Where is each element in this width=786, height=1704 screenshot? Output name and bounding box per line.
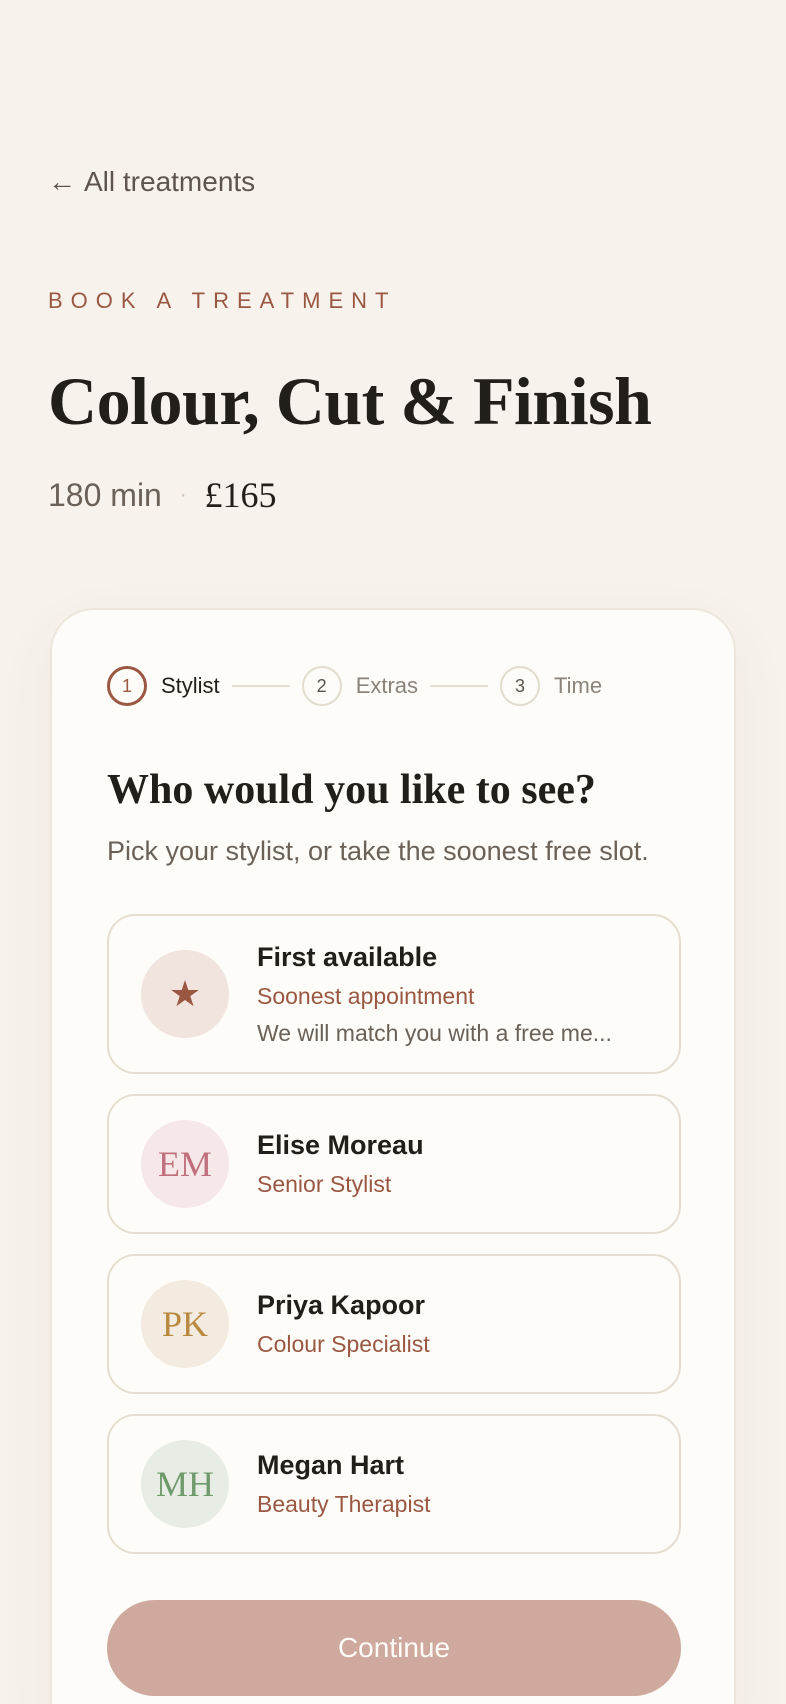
meta-separator: · (179, 483, 187, 506)
section-heading: Who would you like to see? (107, 767, 596, 813)
option-name: First available (257, 941, 438, 972)
option-text: Priya Kapoor Colour Specialist (257, 1290, 430, 1358)
avatar: PK (141, 1280, 229, 1368)
option-megan-hart[interactable]: MH Megan Hart Beauty Therapist (107, 1414, 681, 1554)
step-label: Extras (355, 673, 419, 698)
step-number: 1 (107, 666, 147, 706)
continue-button[interactable]: Continue (107, 1600, 681, 1696)
step-connector (231, 685, 290, 687)
step-number: 2 (301, 666, 342, 706)
option-role: Beauty Therapist (257, 1491, 431, 1517)
step-label: Stylist (161, 673, 220, 698)
avatar: MH (141, 1440, 229, 1528)
option-description: We will match you with a free me... (257, 1019, 612, 1046)
back-to-treatments-link[interactable]: ← All treatments (48, 166, 255, 198)
avatar: EM (141, 1120, 229, 1208)
arrow-left-icon: ← (48, 166, 76, 197)
step-stylist[interactable]: 1 Stylist (107, 666, 220, 706)
option-elise-moreau[interactable]: EM Elise Moreau Senior Stylist (107, 1094, 681, 1234)
section-subheading: Pick your stylist, or take the soonest f… (107, 836, 649, 866)
option-role: Soonest appointment (257, 982, 475, 1009)
option-text: Megan Hart Beauty Therapist (257, 1450, 430, 1518)
step-time: 3 Time (500, 666, 602, 706)
star-icon: ★ (141, 950, 229, 1038)
option-priya-kapoor[interactable]: PK Priya Kapoor Colour Specialist (107, 1254, 681, 1394)
option-role: Senior Stylist (257, 1171, 392, 1197)
booking-stepper: 1 Stylist 2 Extras 3 Time (107, 666, 602, 706)
option-text: Elise Moreau Senior Stylist (257, 1130, 424, 1198)
option-name: Priya Kapoor (257, 1290, 426, 1320)
back-link-label: All treatments (84, 166, 256, 197)
treatment-price: £165 (204, 475, 277, 515)
treatment-meta: 180 min · £165 (48, 474, 277, 516)
option-name: Elise Moreau (257, 1130, 424, 1160)
booking-card: 1 Stylist 2 Extras 3 Time Who would you … (50, 608, 736, 1704)
page-title: Colour, Cut & Finish (48, 363, 652, 439)
step-label: Time (554, 673, 603, 698)
option-first-available[interactable]: ★ First available Soonest appointment We… (107, 914, 681, 1074)
option-text: First available Soonest appointment We w… (257, 942, 612, 1047)
treatment-duration: 180 min (48, 476, 162, 513)
stylist-options: ★ First available Soonest appointment We… (107, 914, 681, 1574)
step-connector (430, 685, 489, 687)
option-name: Megan Hart (257, 1450, 405, 1480)
page-eyebrow: Book a treatment (48, 288, 397, 313)
step-extras: 2 Extras (301, 666, 419, 706)
option-role: Colour Specialist (257, 1331, 430, 1357)
step-number: 3 (500, 666, 541, 706)
